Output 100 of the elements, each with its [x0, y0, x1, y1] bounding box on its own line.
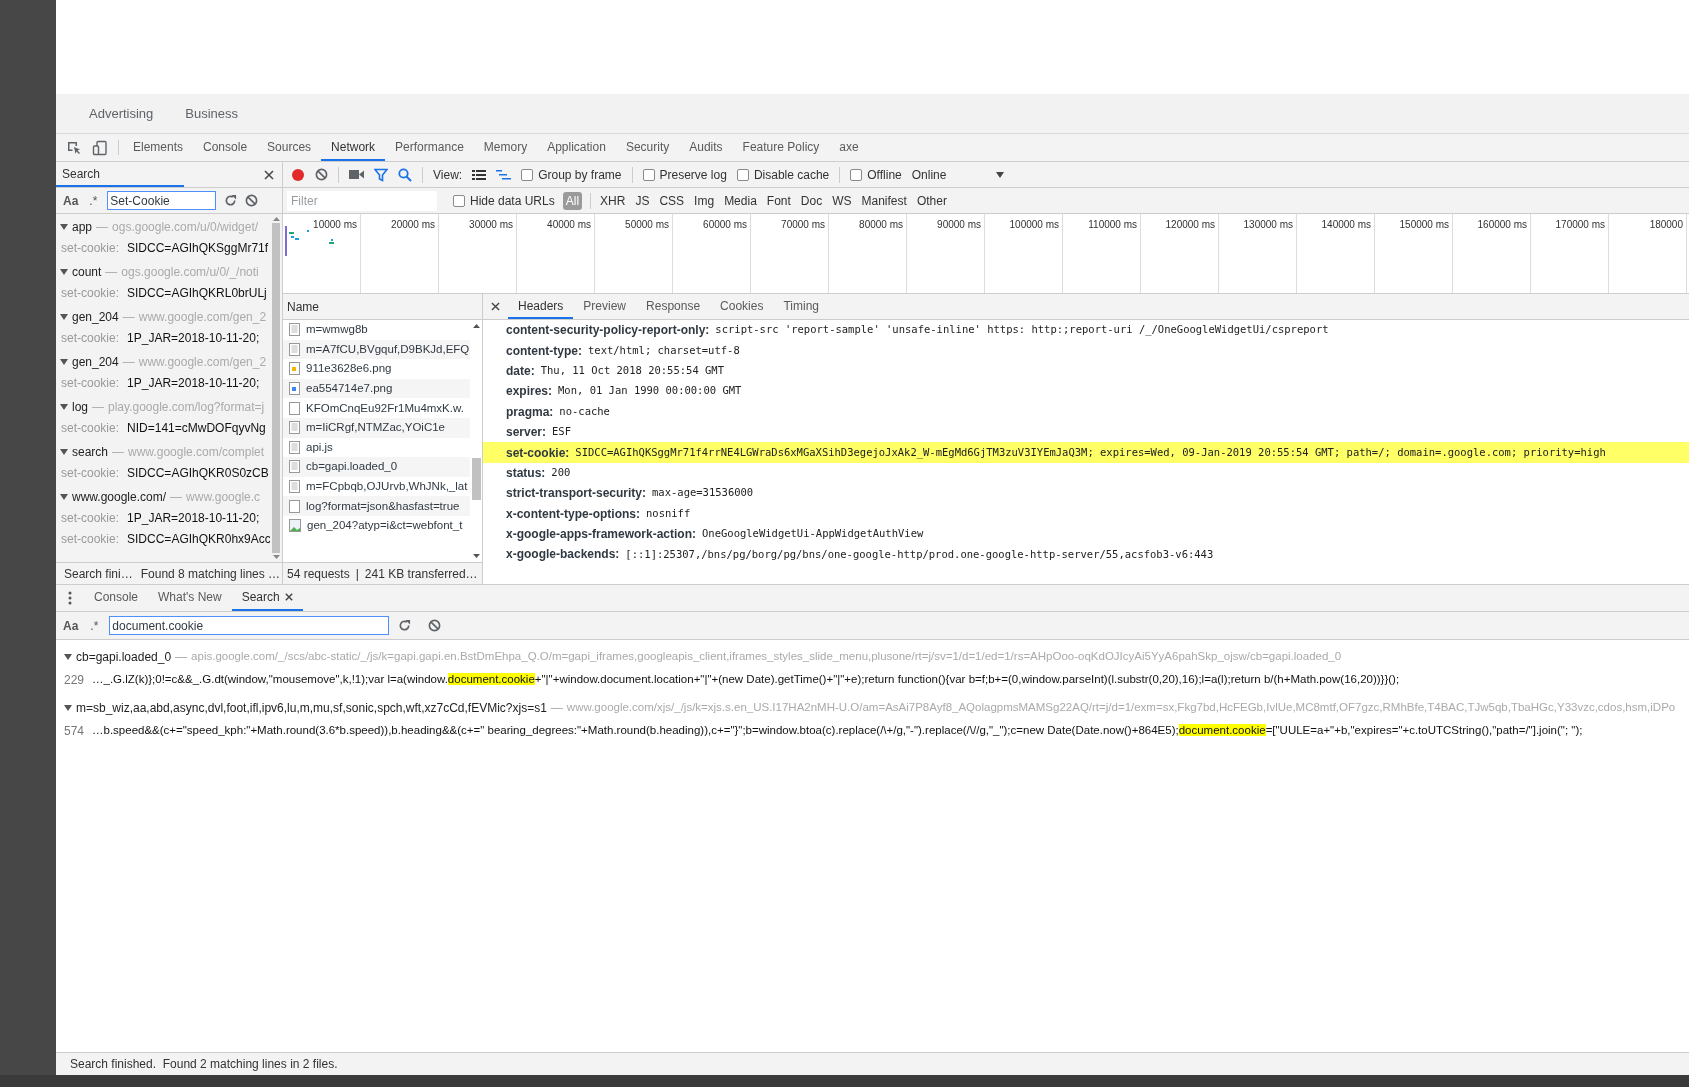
tab[interactable]: axe	[829, 134, 869, 161]
tab[interactable]: Security	[615, 134, 680, 161]
column-header[interactable]: Name	[283, 294, 482, 320]
throttle-dropdown[interactable]: Online	[911, 165, 1005, 184]
type-filter[interactable]: XHR	[599, 191, 627, 210]
search-field[interactable]: document.cookie	[109, 616, 390, 635]
file-name[interactable]: gen_204	[72, 353, 119, 371]
tab[interactable]: Preview	[573, 294, 637, 319]
refresh-icon[interactable]	[398, 619, 412, 632]
search-icon[interactable]	[398, 167, 412, 182]
file-name[interactable]: search	[72, 443, 109, 461]
expand-triangle-icon[interactable]	[60, 269, 68, 275]
checkbox[interactable]	[642, 168, 655, 181]
checkbox[interactable]	[736, 168, 749, 181]
scroll-up-arrow-icon[interactable]	[272, 216, 280, 221]
match-text[interactable]: SIDCC=AGIhQKRL0brULj	[127, 284, 267, 302]
expand-triangle-icon[interactable]	[60, 314, 68, 320]
refresh-icon[interactable]	[224, 194, 238, 207]
expand-triangle-icon[interactable]	[60, 449, 68, 455]
scrollbar-thumb[interactable]	[471, 458, 481, 500]
tab[interactable]: Memory	[473, 134, 538, 161]
close-icon[interactable]	[284, 593, 293, 601]
nav-link[interactable]: Business	[185, 103, 239, 124]
request-name[interactable]: 911e3628e6.png	[306, 360, 392, 378]
type-filter[interactable]: Doc	[799, 191, 824, 210]
inspect-icon[interactable]	[66, 139, 82, 156]
search-field[interactable]: Set-Cookie	[107, 191, 217, 210]
file-name[interactable]: log	[72, 398, 88, 416]
filter-icon[interactable]	[374, 167, 388, 182]
request-name[interactable]: m=FCpbqb,OJUrvb,WhJNk,_lat	[306, 477, 468, 496]
tab[interactable]: Application	[537, 134, 616, 161]
video-camera-icon[interactable]	[349, 169, 364, 180]
expand-triangle-icon[interactable]	[60, 359, 68, 365]
type-filter[interactable]: Media	[723, 191, 758, 210]
more-options-icon[interactable]	[68, 591, 72, 605]
filter-field[interactable]: Filter	[287, 190, 437, 211]
tab[interactable]: Response	[636, 294, 711, 319]
close-icon[interactable]	[264, 169, 274, 180]
expand-triangle-icon[interactable]	[60, 224, 68, 230]
request-name[interactable]: api.js	[306, 438, 333, 456]
match-text[interactable]: SIDCC=AGIhQKSggMr71f	[127, 239, 269, 257]
checkbox[interactable]	[521, 168, 534, 181]
type-filter[interactable]: JS	[634, 191, 651, 210]
request-name[interactable]: KFOmCnqEu92Fr1Mu4mxK.w.	[306, 399, 464, 417]
scroll-down-arrow-icon[interactable]	[272, 555, 280, 560]
tab[interactable]: Console	[193, 134, 258, 161]
scroll-up-arrow-icon[interactable]	[472, 323, 480, 328]
waterfall-view-icon[interactable]	[496, 168, 512, 181]
type-filter[interactable]: Other	[915, 191, 948, 210]
tab[interactable]: Audits	[679, 134, 733, 161]
nav-link[interactable]: Advertising	[89, 103, 154, 124]
device-icon[interactable]	[92, 139, 108, 156]
regex-toggle[interactable]: .*	[88, 616, 101, 635]
match-text[interactable]: SIDCC=AGIhQKR0hx9Acc	[127, 530, 270, 548]
close-icon[interactable]	[491, 302, 500, 311]
tab[interactable]: Console	[84, 585, 149, 611]
panel-tab[interactable]: Search	[56, 162, 184, 187]
tab[interactable]: Sources	[257, 134, 322, 161]
type-filter[interactable]: Manifest	[860, 191, 908, 210]
tab[interactable]: Elements	[123, 134, 194, 161]
record-button[interactable]	[291, 167, 305, 182]
tab[interactable]: Cookies	[710, 294, 774, 319]
scrollbar-thumb[interactable]	[272, 223, 280, 553]
match-text[interactable]: NID=141=cMwDOFqyvNg	[127, 419, 266, 437]
expand-triangle-icon[interactable]	[60, 494, 68, 500]
match-text[interactable]: 1P_JAR=2018-10-11-20;	[127, 329, 260, 347]
code-line[interactable]: …b.speed&&(c+="speed_kph:"+Math.round(3.6*b.speed)),b.heading&&(c+=" bearing_degrees:"+Math.round(b.heading)),c+="}";b=window.btoa(c).replace(/\+/g,"-").replace(/\//g,"_");c=new Date(Date.now()+864E5);document.cookie=["UULE=a+"+b,"expires="+c.toUTCString(),"path=/"].join("; ");	[92, 722, 1583, 740]
tab[interactable]: What's New	[148, 585, 232, 611]
type-filter[interactable]: CSS	[658, 191, 686, 210]
tab[interactable]: Feature Policy	[732, 134, 830, 161]
clear-icon[interactable]	[245, 194, 259, 207]
scrollbar[interactable]	[270, 214, 282, 562]
expand-triangle-icon[interactable]	[64, 705, 72, 711]
file-name[interactable]: m=sb_wiz,aa,abd,async,dvl,foot,ifl,ipv6,lu,m,mu,sf,sonic,spch,wft,xz7cCd,fEVMic?xjs=s1	[76, 699, 547, 717]
file-name[interactable]: cb=gapi.loaded_0	[76, 648, 172, 666]
checkbox[interactable]	[850, 168, 863, 181]
file-name[interactable]: count	[72, 263, 102, 281]
match-case-toggle[interactable]: Aa	[62, 616, 80, 635]
file-name[interactable]: www.google.com/	[72, 488, 167, 506]
expand-triangle-icon[interactable]	[64, 654, 72, 660]
type-filter[interactable]: Font	[765, 191, 792, 210]
clear-icon[interactable]	[315, 168, 328, 181]
list-view-icon[interactable]	[472, 168, 487, 181]
scroll-down-arrow-icon[interactable]	[472, 554, 480, 559]
regex-toggle[interactable]: .*	[87, 191, 100, 210]
tab[interactable]: Performance	[385, 134, 474, 161]
file-name[interactable]: gen_204	[72, 308, 119, 326]
request-name[interactable]: gen_204?atyp=i&ct=webfont_t	[307, 517, 463, 535]
type-filter[interactable]: Img	[693, 191, 716, 210]
clear-icon[interactable]	[428, 619, 442, 632]
match-text[interactable]: 1P_JAR=2018-10-11-20;	[127, 374, 260, 392]
type-filter[interactable]: WS	[831, 191, 853, 210]
file-name[interactable]: app	[72, 218, 93, 236]
request-name[interactable]: m=wmwg8b	[306, 321, 368, 339]
tab[interactable]: Timing	[773, 294, 829, 319]
match-case-toggle[interactable]: Aa	[62, 191, 80, 210]
match-text[interactable]: SIDCC=AGIhQKR0S0zCB	[127, 464, 269, 482]
match-text[interactable]: 1P_JAR=2018-10-11-20;	[127, 509, 260, 527]
expand-triangle-icon[interactable]	[60, 404, 68, 410]
checkbox[interactable]	[453, 194, 465, 207]
